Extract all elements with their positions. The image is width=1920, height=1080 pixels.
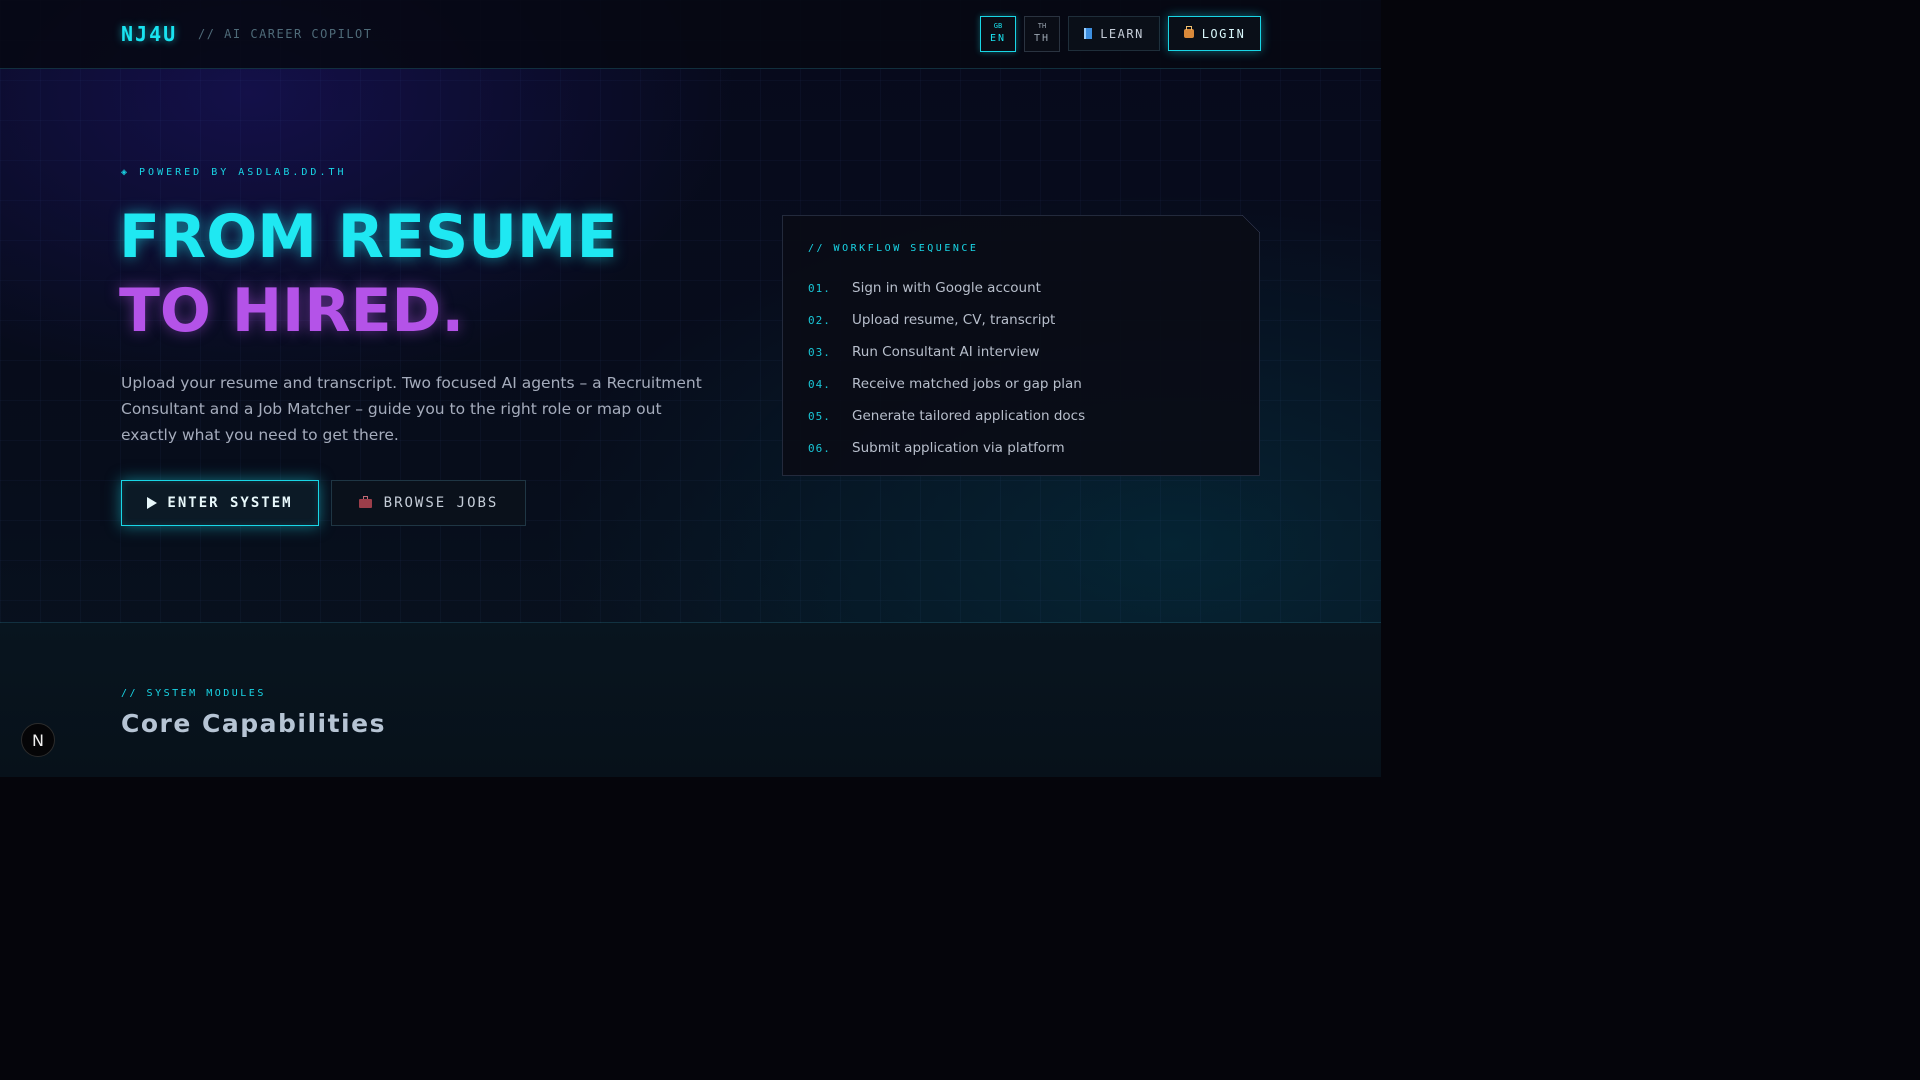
flag-th-icon: TH [1037, 22, 1047, 30]
workflow-step: 02. Upload resume, CV, transcript [808, 304, 1085, 336]
enter-system-button[interactable]: ENTER SYSTEM [121, 480, 319, 526]
step-number: 03. [808, 345, 831, 359]
workflow-step: 04. Receive matched jobs or gap plan [808, 368, 1085, 400]
browse-jobs-button[interactable]: BROWSE JOBS [331, 480, 526, 526]
step-text: Run Consultant AI interview [852, 344, 1040, 360]
bag-icon [1183, 26, 1194, 38]
workflow-steps: 01. Sign in with Google account 02. Uplo… [808, 272, 1085, 464]
dev-tools-badge-label: N [32, 730, 44, 750]
hero-headline: FROM RESUME TO HIRED. [119, 200, 618, 348]
headline-line-2: TO HIRED. [119, 276, 465, 346]
top-nav-bar: NJ4U // AI CAREER COPILOT GB EN TH TH LE… [0, 0, 1381, 69]
capabilities-title: Core Capabilities [121, 709, 386, 738]
learn-label: LEARN [1100, 26, 1144, 41]
landing-page: NJ4U // AI CAREER COPILOT GB EN TH TH LE… [0, 0, 1381, 777]
learn-button[interactable]: LEARN [1068, 16, 1160, 51]
briefcase-icon [358, 495, 372, 508]
system-modules-label: // SYSTEM MODULES [121, 688, 266, 699]
step-text: Submit application via platform [852, 440, 1065, 456]
step-number: 06. [808, 441, 831, 455]
enter-system-label: ENTER SYSTEM [167, 495, 293, 511]
workflow-panel: // WORKFLOW SEQUENCE 01. Sign in with Go… [782, 215, 1260, 476]
headline-line-1: FROM RESUME [119, 202, 618, 272]
workflow-step: 01. Sign in with Google account [808, 272, 1085, 304]
brand-tagline: // AI CAREER COPILOT [198, 27, 373, 41]
play-icon [147, 497, 158, 509]
browse-jobs-label: BROWSE JOBS [383, 495, 499, 511]
language-th-label: TH [1033, 33, 1051, 44]
powered-by-label: ◈ POWERED BY ASDLAB.DD.TH [121, 167, 347, 178]
workflow-step: 06. Submit application via platform [808, 432, 1085, 464]
step-number: 04. [808, 377, 831, 391]
panel-corner-accent [1242, 215, 1260, 233]
step-number: 05. [808, 409, 831, 423]
step-text: Generate tailored application docs [852, 408, 1086, 424]
workflow-title: // WORKFLOW SEQUENCE [808, 243, 979, 254]
hero-description: Upload your resume and transcript. Two f… [121, 374, 702, 444]
language-en-label: EN [989, 33, 1007, 44]
login-button[interactable]: LOGIN [1168, 16, 1261, 51]
book-icon [1084, 28, 1093, 39]
step-text: Sign in with Google account [852, 280, 1041, 296]
login-label: LOGIN [1201, 26, 1246, 41]
step-number: 01. [808, 281, 831, 295]
capabilities-section [0, 623, 1381, 777]
workflow-step: 03. Run Consultant AI interview [808, 336, 1085, 368]
step-number: 02. [808, 313, 831, 327]
step-text: Receive matched jobs or gap plan [852, 376, 1082, 392]
language-en-button[interactable]: GB EN [980, 16, 1016, 52]
workflow-step: 05. Generate tailored application docs [808, 400, 1085, 432]
language-th-button[interactable]: TH TH [1024, 16, 1060, 52]
flag-gb-icon: GB [993, 22, 1003, 30]
brand-logo[interactable]: NJ4U [121, 22, 177, 46]
dev-tools-badge[interactable]: N [21, 723, 55, 757]
step-text: Upload resume, CV, transcript [852, 312, 1056, 328]
